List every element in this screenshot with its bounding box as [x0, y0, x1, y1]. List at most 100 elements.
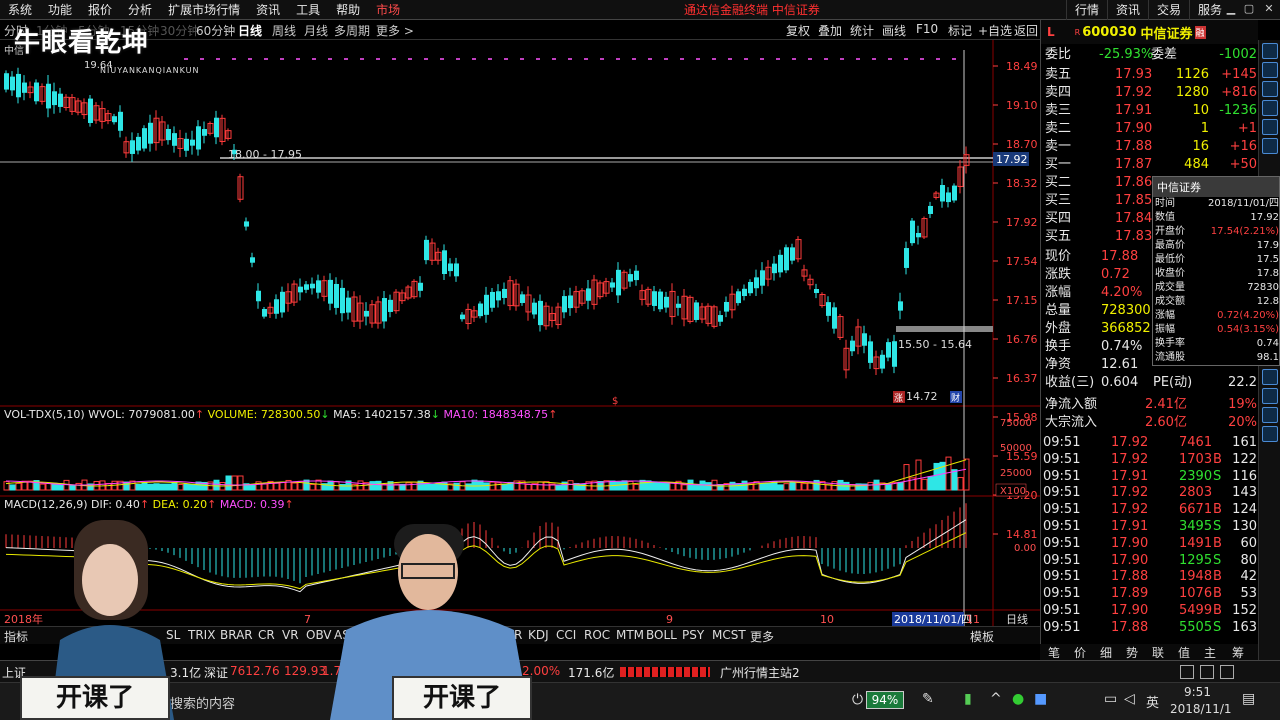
function-icon[interactable]: [1262, 407, 1278, 423]
sell-price: 17.91: [1115, 103, 1153, 118]
sidebar-icon-11[interactable]: [1262, 426, 1278, 442]
tray-blue-icon[interactable]: ■: [1034, 691, 1047, 707]
sidebar-icon-6[interactable]: [1262, 138, 1278, 154]
chevron-up-icon[interactable]: ^: [990, 691, 1002, 707]
qtab-jia[interactable]: 价: [1074, 644, 1086, 661]
menu-function[interactable]: 功能: [40, 0, 80, 20]
status-icon-1[interactable]: [1180, 665, 1194, 679]
tab-mcst[interactable]: MCST: [712, 628, 746, 642]
candle-body: [898, 301, 903, 311]
network-icon[interactable]: ▭: [1104, 691, 1117, 707]
qtab-zhu[interactable]: 主: [1204, 644, 1216, 661]
move-icon[interactable]: [1262, 369, 1278, 385]
tab-more[interactable]: 更多: [750, 628, 774, 645]
period-multi[interactable]: 多周期: [334, 22, 370, 39]
qtab-chou[interactable]: 筹: [1232, 644, 1244, 661]
volume-bar: [189, 483, 196, 491]
market-strength-bar: [620, 667, 710, 677]
tick-time: 09:51: [1043, 519, 1081, 534]
pen-icon[interactable]: [1262, 388, 1278, 404]
ime-indicator[interactable]: 英: [1146, 692, 1159, 711]
tab-kdj[interactable]: KDJ: [528, 628, 549, 642]
period-monthly[interactable]: 月线: [304, 22, 328, 39]
volume-bar: [765, 482, 772, 491]
menu-system[interactable]: 系统: [0, 0, 40, 20]
volume-bars: [3, 456, 970, 491]
restore-rights-button[interactable]: 复权: [786, 22, 810, 39]
candle-body: [586, 288, 591, 301]
minimize-icon[interactable]: ▁: [1224, 2, 1238, 16]
period-weekly[interactable]: 周线: [272, 22, 296, 39]
volume-bar: [567, 480, 574, 491]
qtab-xi[interactable]: 细: [1100, 644, 1112, 661]
tick-bs: S: [1213, 552, 1222, 568]
sidebar-icon-3[interactable]: [1262, 81, 1278, 97]
period-more[interactable]: 更多 >: [376, 22, 414, 39]
tab-psy[interactable]: PSY: [682, 628, 704, 642]
qtab-bi[interactable]: 笔: [1048, 644, 1060, 661]
sidebar-icon-1[interactable]: [1262, 43, 1278, 59]
overlay-button[interactable]: 叠加: [818, 22, 842, 39]
close-icon[interactable]: ✕: [1262, 2, 1276, 16]
tab-template[interactable]: 模板: [970, 628, 994, 645]
menu-tools[interactable]: 工具: [288, 0, 328, 20]
tab-indicator[interactable]: 指标: [4, 628, 28, 645]
period-daily[interactable]: 日线: [238, 22, 262, 39]
add-watchlist-button[interactable]: +自选: [978, 22, 1012, 39]
tray-app-icon[interactable]: ▮: [964, 691, 972, 707]
tab-trix[interactable]: TRIX: [188, 628, 215, 642]
mark-button[interactable]: 标记: [948, 22, 972, 39]
tab-cr[interactable]: CR: [258, 628, 275, 642]
pen-tray-icon[interactable]: ✎: [922, 691, 934, 707]
qtab-shi[interactable]: 势: [1126, 644, 1138, 661]
candle-body: [490, 291, 495, 308]
tab-brar[interactable]: BRAR: [220, 628, 253, 642]
flow-row: 大宗流入 2.60亿 20%: [1041, 414, 1259, 432]
tray-green-icon[interactable]: ●: [1012, 691, 1024, 707]
volume-bar: [429, 483, 436, 491]
tab-roc[interactable]: ROC: [584, 628, 610, 642]
menu-help[interactable]: 帮助: [328, 0, 368, 20]
maximize-icon[interactable]: ▢: [1242, 2, 1256, 16]
volume-icon[interactable]: ◁: [1124, 691, 1135, 707]
status-icon-2[interactable]: [1200, 665, 1214, 679]
f10-button[interactable]: F10: [916, 22, 938, 36]
price-tick: 18.70: [1006, 138, 1038, 151]
notification-icon[interactable]: ▤: [1242, 691, 1255, 707]
menu-news[interactable]: 资讯: [248, 0, 288, 20]
menu-market[interactable]: 市场: [368, 0, 408, 20]
tab-cci[interactable]: CCI: [556, 628, 576, 642]
qtab-zhi[interactable]: 值: [1178, 644, 1190, 661]
period-60min[interactable]: 60分钟: [196, 22, 235, 39]
tab-obv[interactable]: OBV: [306, 628, 332, 642]
tab-vr[interactable]: VR: [282, 628, 299, 642]
date-axis-oct: 10: [820, 613, 834, 626]
stat-label: 总量: [1045, 303, 1072, 318]
sell-label: 卖一: [1045, 139, 1072, 154]
period-30min[interactable]: 30分钟: [160, 22, 199, 39]
popup-row: 成交额 12.8: [1155, 295, 1279, 309]
qtab-lian[interactable]: 联: [1152, 644, 1164, 661]
battery-indicator[interactable]: 94%: [866, 691, 904, 709]
menu-analysis[interactable]: 分析: [120, 0, 160, 20]
clock-date[interactable]: 2018/11/1: [1170, 702, 1232, 716]
draw-line-button[interactable]: 画线: [882, 22, 906, 39]
stat-value: 12.61: [1101, 357, 1139, 372]
sidebar-icon-2[interactable]: [1262, 62, 1278, 78]
sidebar-icon-5[interactable]: [1262, 119, 1278, 135]
back-button[interactable]: 返回: [1014, 22, 1038, 39]
tab-mtm[interactable]: MTM: [616, 628, 644, 642]
sidebar-icon-4[interactable]: [1262, 100, 1278, 116]
tab-boll[interactable]: BOLL: [646, 628, 677, 642]
status-icon-3[interactable]: [1220, 665, 1234, 679]
clock-time[interactable]: 9:51: [1184, 685, 1211, 699]
menu-right-trade[interactable]: 交易: [1147, 0, 1189, 20]
menu-right-quote[interactable]: 行情: [1065, 0, 1107, 20]
volume-bar: [651, 481, 658, 491]
sell-change: +145: [1221, 67, 1257, 82]
menu-quote[interactable]: 报价: [80, 0, 120, 20]
price-tick: 17.15: [1006, 294, 1038, 307]
stats-button[interactable]: 统计: [850, 22, 874, 39]
menu-ext-market[interactable]: 扩展市场行情: [160, 0, 248, 20]
menu-right-news[interactable]: 资讯: [1106, 0, 1148, 20]
